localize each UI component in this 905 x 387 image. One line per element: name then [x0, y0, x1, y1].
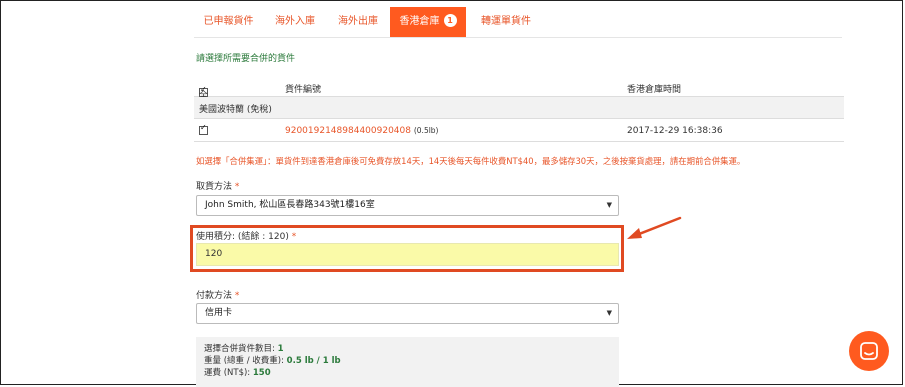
payment-method-select[interactable]: 信用卡 ▼ [196, 303, 619, 324]
annotation-arrow-icon [627, 216, 682, 239]
required-marker: * [234, 182, 240, 192]
required-marker: * [234, 291, 240, 301]
table-row: 9200192148984400920408 (0.5lb) 2017-12-2… [194, 119, 844, 142]
tab-declared-shipments[interactable]: 已申報貨件 [194, 7, 263, 37]
summary-count: 選擇合併貨件數目: 1 [204, 343, 619, 355]
summary-fee-value: 150 [252, 368, 271, 378]
tab-transship-shipments[interactable]: 轉運單貨件 [472, 7, 540, 37]
tab-label: 轉運單貨件 [481, 16, 531, 27]
points-input[interactable]: 120 [196, 243, 619, 266]
row-time: 2017-12-29 16:38:36 [627, 126, 723, 136]
tab-label: 海外入庫 [275, 16, 315, 27]
summary-fee-label: 運費 (NT$): [204, 368, 253, 378]
col-header-time: 香港倉庫時間 [627, 85, 682, 95]
tab-label: 已申報貨件 [203, 16, 254, 27]
pickup-method-select[interactable]: John Smith, 松山區長春路343號1樓16室 ▼ [196, 195, 619, 216]
payment-label: 付款方法 * [196, 288, 239, 301]
tab-overseas-outbound[interactable]: 海外出庫 [327, 7, 389, 37]
summary-weight-value: 0.5 lb / 1 lb [286, 356, 341, 366]
points-input-value: 120 [205, 249, 223, 259]
row-weight: (0.5lb) [413, 126, 439, 135]
pickup-label: 取貨方法 * [196, 179, 239, 192]
group-row: 美國波特蘭 (免稅) [194, 97, 844, 119]
tab-count-badge: 1 [443, 14, 457, 27]
points-label: 使用積分: (結餘 : 120) * [196, 229, 296, 242]
summary-weight: 重量 (總重 / 收費重): 0.5 lb / 1 lb [204, 355, 619, 367]
summary-count-value: 1 [277, 344, 284, 354]
section-title: 請選擇所需要合併的貨件 [196, 54, 296, 64]
shipment-table: 全選 貨件編號 香港倉庫時間 美國波特蘭 (免稅) 92001921489844… [194, 76, 844, 142]
required-marker: * [291, 232, 297, 242]
table-header: 全選 貨件編號 香港倉庫時間 [194, 76, 844, 114]
summary-panel: 選擇合併貨件數目: 1 重量 (總重 / 收費重): 0.5 lb / 1 lb… [196, 337, 619, 387]
summary-weight-label: 重量 (總重 / 收費重): [204, 356, 287, 366]
tracking-link[interactable]: 9200192148984400920408 (0.5lb) [285, 126, 438, 136]
payment-method-value: 信用卡 [205, 308, 233, 318]
screenshot-frame [0, 0, 903, 385]
tab-hk-warehouse[interactable]: 香港倉庫 1 [390, 7, 466, 37]
dropdown-caret-icon: ▼ [606, 309, 612, 317]
col-header-tracking: 貨件編號 [285, 85, 322, 95]
group-label: 美國波特蘭 (免稅) [199, 105, 272, 115]
chat-launcher-button[interactable] [849, 331, 889, 371]
summary-fee: 運費 (NT$): 150 [204, 367, 619, 379]
summary-count-label: 選擇合併貨件數目: [204, 344, 278, 354]
tab-overseas-inbound[interactable]: 海外入庫 [263, 7, 327, 37]
tracking-number: 9200192148984400920408 [285, 126, 411, 136]
tab-label: 香港倉庫 [399, 16, 440, 27]
row-checkbox[interactable] [199, 123, 208, 135]
dropdown-caret-icon: ▼ [606, 201, 612, 209]
pickup-method-value: John Smith, 松山區長春路343號1樓16室 [205, 200, 375, 210]
chat-icon [860, 342, 878, 360]
points-label-text: 使用積分: (結餘 : 120) [196, 232, 289, 242]
tab-label: 海外出庫 [338, 16, 378, 27]
storage-notice: 如選擇「合併集運」：單貨件到達香港倉庫後可免費存放14天，14天後每天每件收費N… [196, 156, 746, 166]
tab-bar: 已申報貨件 海外入庫 海外出庫 香港倉庫 1 轉運單貨件 [194, 7, 842, 38]
pickup-label-text: 取貨方法 [196, 182, 233, 192]
payment-label-text: 付款方法 [196, 291, 233, 301]
